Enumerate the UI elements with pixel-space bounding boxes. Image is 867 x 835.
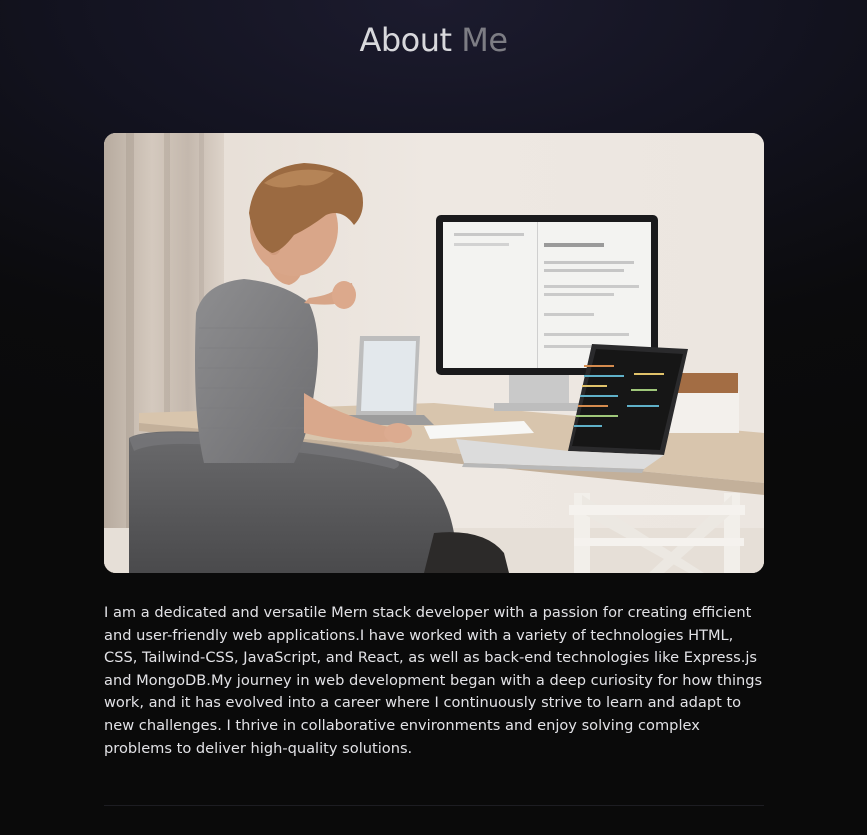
section-title: About Me <box>0 18 867 62</box>
about-section: About Me I am a dedicated and versatile … <box>0 0 867 835</box>
section-divider <box>104 805 764 806</box>
title-word-me: Me <box>461 21 508 59</box>
about-photo <box>104 133 764 573</box>
bio-paragraph: I am a dedicated and versatile Mern stac… <box>104 604 763 757</box>
title-word-about: About <box>359 21 452 59</box>
